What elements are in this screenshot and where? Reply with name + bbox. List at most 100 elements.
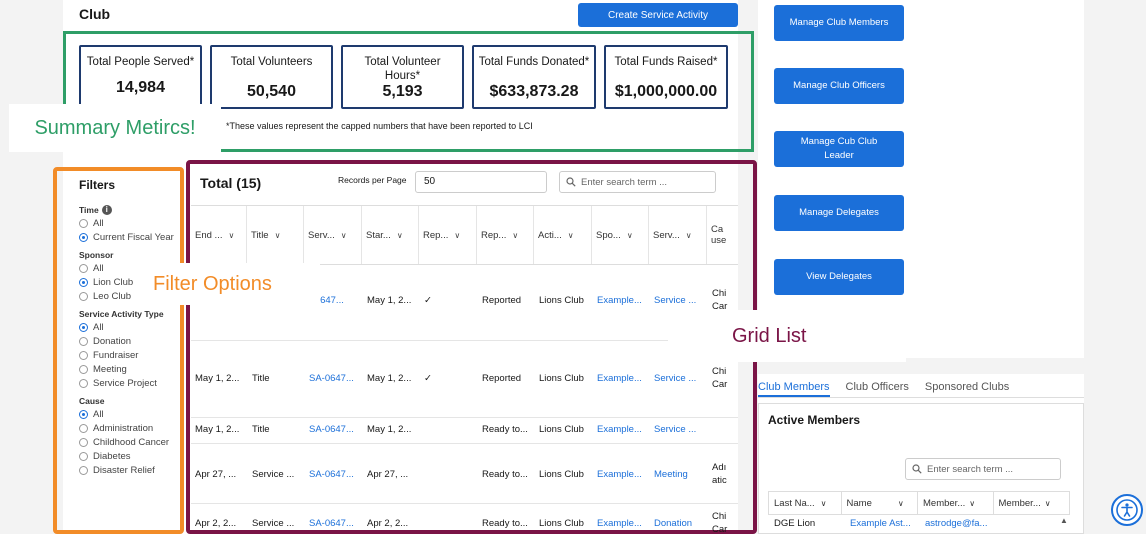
column-header[interactable]: Serv... ∨	[304, 206, 362, 264]
chevron-down-icon[interactable]: ∨	[275, 231, 281, 240]
sponsor-cell[interactable]: Example...	[597, 469, 642, 480]
card-label: Total Funds Raised*	[614, 56, 718, 68]
radio-button[interactable]	[79, 466, 88, 475]
column-header[interactable]: Ca use	[707, 206, 738, 264]
radio-button[interactable]	[79, 379, 88, 388]
radio-label: Current Fiscal Year	[93, 232, 174, 243]
manage-club-officers-button[interactable]: Manage Club Officers	[774, 68, 904, 104]
radio-type-meeting[interactable]: Meeting	[79, 363, 179, 376]
radio-type-fundraiser[interactable]: Fundraiser	[79, 349, 179, 362]
manage-club-members-button[interactable]: Manage Club Members	[774, 5, 904, 41]
table-row[interactable]: Apr 2, 2... Service ... SA-0647... Apr 2…	[191, 504, 738, 534]
column-header[interactable]: Member... ∨	[994, 492, 1069, 514]
radio-button[interactable]	[79, 410, 88, 419]
radio-button[interactable]	[79, 438, 88, 447]
chevron-down-icon[interactable]: ∨	[821, 499, 827, 508]
radio-button[interactable]	[79, 233, 88, 242]
table-row[interactable]: May 1, 2... Title SA-0647... May 1, 2...…	[191, 341, 738, 418]
tab-club-officers[interactable]: Club Officers	[846, 376, 909, 397]
report-status-cell: Reported	[482, 373, 522, 384]
table-row[interactable]: Apr 27, ... Service ... SA-0647... Apr 2…	[191, 444, 738, 504]
chevron-down-icon[interactable]: ∨	[397, 231, 403, 240]
member-email-link[interactable]: astrodge@fa...	[925, 518, 987, 529]
column-header[interactable]: Spo... ∨	[592, 206, 649, 264]
service-type-cell[interactable]: Service ...	[654, 295, 696, 306]
chevron-down-icon[interactable]: ∨	[512, 231, 518, 240]
service-id-cell[interactable]: SA-0647...	[309, 518, 354, 529]
column-header[interactable]: Rep... ∨	[419, 206, 477, 264]
column-header[interactable]: Acti... ∨	[534, 206, 592, 264]
service-id-cell[interactable]: SA-0647...	[309, 373, 354, 384]
service-type-cell[interactable]: Meeting	[654, 469, 688, 480]
card-value: 14,984	[116, 79, 165, 96]
chevron-down-icon[interactable]: ∨	[686, 231, 692, 240]
radio-button[interactable]	[79, 424, 88, 433]
column-header[interactable]: Star... ∨	[362, 206, 419, 264]
radio-button[interactable]	[79, 337, 88, 346]
chevron-down-icon[interactable]: ∨	[568, 231, 574, 240]
radio-button[interactable]	[79, 264, 88, 273]
grid-callout: Grid List	[668, 310, 906, 362]
records-per-page-input[interactable]: 50	[415, 171, 547, 193]
manage-club-leader-button[interactable]: Manage Cub Club Leader	[774, 131, 904, 167]
members-search-input[interactable]: Enter search term ...	[905, 458, 1061, 480]
service-type-cell[interactable]: Service ...	[654, 424, 696, 435]
create-service-activity-button[interactable]: Create Service Activity	[578, 3, 738, 27]
service-id-cell[interactable]: SA-0647...	[309, 424, 354, 435]
scroll-up-icon[interactable]: ▲	[1060, 516, 1068, 525]
sponsor-cell[interactable]: Example...	[597, 424, 642, 435]
column-header[interactable]: Serv... ∨	[649, 206, 707, 264]
radio-cause-childhood-cancer[interactable]: Childhood Cancer	[79, 436, 179, 449]
tab-sponsored-clubs[interactable]: Sponsored Clubs	[925, 376, 1009, 397]
chevron-down-icon[interactable]: ∨	[341, 231, 347, 240]
radio-cause-diabetes[interactable]: Diabetes	[79, 450, 179, 463]
radio-button[interactable]	[79, 219, 88, 228]
member-name-link[interactable]: Example Ast...	[850, 518, 911, 529]
column-header[interactable]: Title ∨	[247, 206, 304, 264]
chevron-down-icon[interactable]: ∨	[627, 231, 633, 240]
filters-title: Filters	[79, 178, 116, 192]
column-header[interactable]: Name ∨	[842, 492, 918, 514]
chevron-down-icon[interactable]: ∨	[228, 231, 234, 240]
info-icon[interactable]: i	[101, 205, 112, 215]
chevron-down-icon[interactable]: ∨	[898, 499, 904, 508]
radio-label: Diabetes	[93, 451, 131, 462]
radio-cause-all[interactable]: All	[79, 408, 179, 421]
radio-button[interactable]	[79, 278, 88, 287]
radio-button[interactable]	[79, 323, 88, 332]
chevron-down-icon[interactable]: ∨	[969, 499, 975, 508]
filter-group-title: Cause	[79, 396, 105, 406]
radio-button[interactable]	[79, 292, 88, 301]
radio-type-donation[interactable]: Donation	[79, 335, 179, 348]
column-header[interactable]: Member... ∨	[918, 492, 994, 514]
accessibility-icon[interactable]	[1111, 494, 1143, 526]
end-date-cell: May 1, 2...	[195, 373, 240, 384]
radio-label: Donation	[93, 336, 132, 347]
sponsor-cell[interactable]: Example...	[597, 295, 642, 306]
sponsor-cell[interactable]: Example...	[597, 518, 642, 529]
radio-type-all[interactable]: All	[79, 321, 179, 334]
radio-type-service-project[interactable]: Service Project	[79, 377, 179, 390]
service-id-cell[interactable]: SA-0647...	[309, 469, 354, 480]
radio-cause-administration[interactable]: Administration	[79, 422, 179, 435]
activity-cell: Lions Club	[539, 424, 584, 435]
service-type-cell[interactable]: Donation	[654, 518, 692, 529]
tab-club-members[interactable]: Club Members	[758, 376, 830, 397]
table-row[interactable]: May 1, 2... Title SA-0647... May 1, 2...…	[191, 418, 738, 444]
radio-button[interactable]	[79, 452, 88, 461]
radio-button[interactable]	[79, 365, 88, 374]
service-type-cell[interactable]: Service ...	[654, 373, 696, 384]
grid-search-input[interactable]: Enter search term ...	[559, 171, 716, 193]
radio-time-all[interactable]: All	[79, 217, 179, 230]
sponsor-cell[interactable]: Example...	[597, 373, 642, 384]
view-delegates-button[interactable]: View Delegates	[774, 259, 904, 295]
column-header[interactable]: End ... ∨	[191, 206, 247, 264]
column-header[interactable]: Rep... ∨	[477, 206, 534, 264]
manage-delegates-button[interactable]: Manage Delegates	[774, 195, 904, 231]
chevron-down-icon[interactable]: ∨	[1045, 499, 1051, 508]
radio-button[interactable]	[79, 351, 88, 360]
radio-cause-disaster-relief[interactable]: Disaster Relief	[79, 464, 179, 477]
column-header[interactable]: Last Na... ∨	[769, 492, 842, 514]
radio-time-current-fiscal-year[interactable]: Current Fiscal Year	[79, 231, 179, 244]
chevron-down-icon[interactable]: ∨	[454, 231, 460, 240]
